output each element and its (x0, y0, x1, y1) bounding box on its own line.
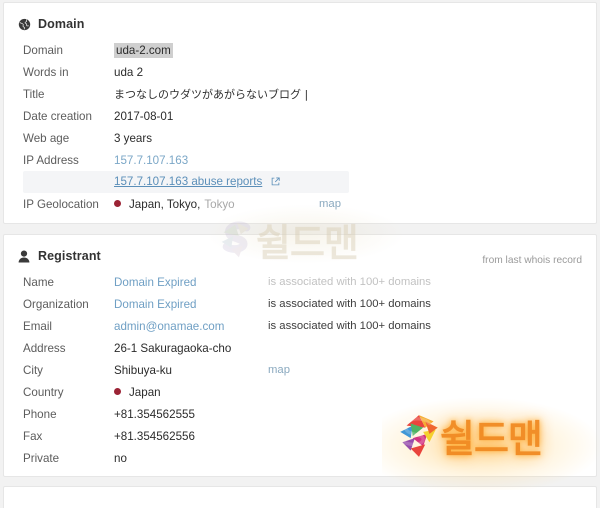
geolocation-region: Tokyo (204, 197, 235, 211)
table-row: Organization Domain Expired is associate… (4, 293, 596, 315)
whois-record-note: from last whois record (482, 255, 582, 266)
domain-panel: Domain Domain uda-2.com Words in uda 2 T… (3, 2, 597, 224)
table-row: City Shibuya-ku map (4, 359, 596, 381)
registrant-address-value: 26-1 Sakuragaoka-cho (114, 341, 232, 355)
words-in-value: uda 2 (114, 65, 144, 79)
globe-icon (18, 18, 31, 31)
map-link[interactable]: map (319, 198, 341, 210)
row-label: Date creation (23, 109, 92, 123)
table-row: IP Geolocation Japan, Tokyo, Tokyo map (4, 193, 596, 215)
abuse-reports-link[interactable]: 157.7.107.163 abuse reports (114, 175, 262, 188)
name-association-note: is associated with 100+ domains (268, 276, 431, 288)
row-label: Fax (23, 429, 43, 443)
country-dot-icon (114, 387, 121, 395)
row-label: Email (23, 319, 52, 333)
registrant-rows: Name Domain Expired is associated with 1… (4, 271, 596, 469)
registrant-organization-link[interactable]: Domain Expired (114, 298, 196, 311)
registrant-panel: Registrant from last whois record Name D… (3, 234, 597, 477)
table-row: Phone +81.354562555 (4, 403, 596, 425)
row-label: City (23, 363, 43, 377)
table-row: Fax +81.354562556 (4, 425, 596, 447)
row-label: Address (23, 341, 66, 355)
row-label: Country (23, 385, 64, 399)
whois-results-page: Domain Domain uda-2.com Words in uda 2 T… (0, 0, 600, 508)
table-row: Date creation 2017-08-01 (4, 105, 596, 127)
row-label: Domain (23, 43, 63, 57)
registrant-name-link[interactable]: Domain Expired (114, 276, 196, 289)
registrant-panel-title: Registrant (38, 249, 101, 263)
organization-association-note: is associated with 100+ domains (268, 298, 431, 310)
registrant-private-value: no (114, 451, 127, 465)
row-label: Name (23, 275, 54, 289)
table-row: Email admin@onamae.com is associated wit… (4, 315, 596, 337)
table-row: Country Japan (4, 381, 596, 403)
table-row: Private no (4, 447, 596, 469)
table-row: Domain uda-2.com (4, 39, 596, 61)
person-icon (18, 250, 31, 263)
row-label: Words in (23, 65, 69, 79)
table-row: Address 26-1 Sakuragaoka-cho (4, 337, 596, 359)
row-label: Private (23, 451, 60, 465)
registrant-city-value: Shibuya-ku (114, 363, 173, 377)
external-link-icon[interactable] (271, 176, 280, 189)
domain-panel-header: Domain (4, 3, 596, 33)
row-label: IP Geolocation (23, 197, 99, 211)
abuse-reports-cell: 157.7.107.163 abuse reports (114, 175, 280, 189)
row-label: Web age (23, 131, 70, 145)
domain-rows: Domain uda-2.com Words in uda 2 Title まつ… (4, 39, 596, 215)
registrant-country-value: Japan (129, 385, 161, 399)
registrant-fax-value: +81.354562556 (114, 429, 195, 443)
registrant-phone-value: +81.354562555 (114, 407, 195, 421)
city-map-link[interactable]: map (268, 364, 290, 376)
table-row: Words in uda 2 (4, 61, 596, 83)
email-association-note: is associated with 100+ domains (268, 320, 431, 332)
title-value: まつなしのウダツがあがらないブログ | (114, 88, 309, 101)
next-panel (3, 486, 597, 508)
domain-panel-title: Domain (38, 17, 85, 31)
domain-value[interactable]: uda-2.com (114, 42, 173, 58)
row-label: Title (23, 87, 45, 101)
registrant-email-link[interactable]: admin@onamae.com (114, 320, 224, 333)
row-label: IP Address (23, 153, 79, 167)
web-age-value: 3 years (114, 131, 153, 145)
table-row: 157.7.107.163 abuse reports (4, 171, 596, 193)
ip-address-link[interactable]: 157.7.107.163 (114, 154, 188, 167)
table-row: Web age 3 years (4, 127, 596, 149)
table-row: Name Domain Expired is associated with 1… (4, 271, 596, 293)
table-row: IP Address 157.7.107.163 (4, 149, 596, 171)
row-label: Organization (23, 297, 89, 311)
date-creation-value: 2017-08-01 (114, 109, 174, 123)
row-label: Phone (23, 407, 57, 421)
geolocation-value: Japan, Tokyo, (129, 197, 201, 211)
country-dot-icon (114, 199, 121, 207)
table-row: Title まつなしのウダツがあがらないブログ | (4, 83, 596, 105)
